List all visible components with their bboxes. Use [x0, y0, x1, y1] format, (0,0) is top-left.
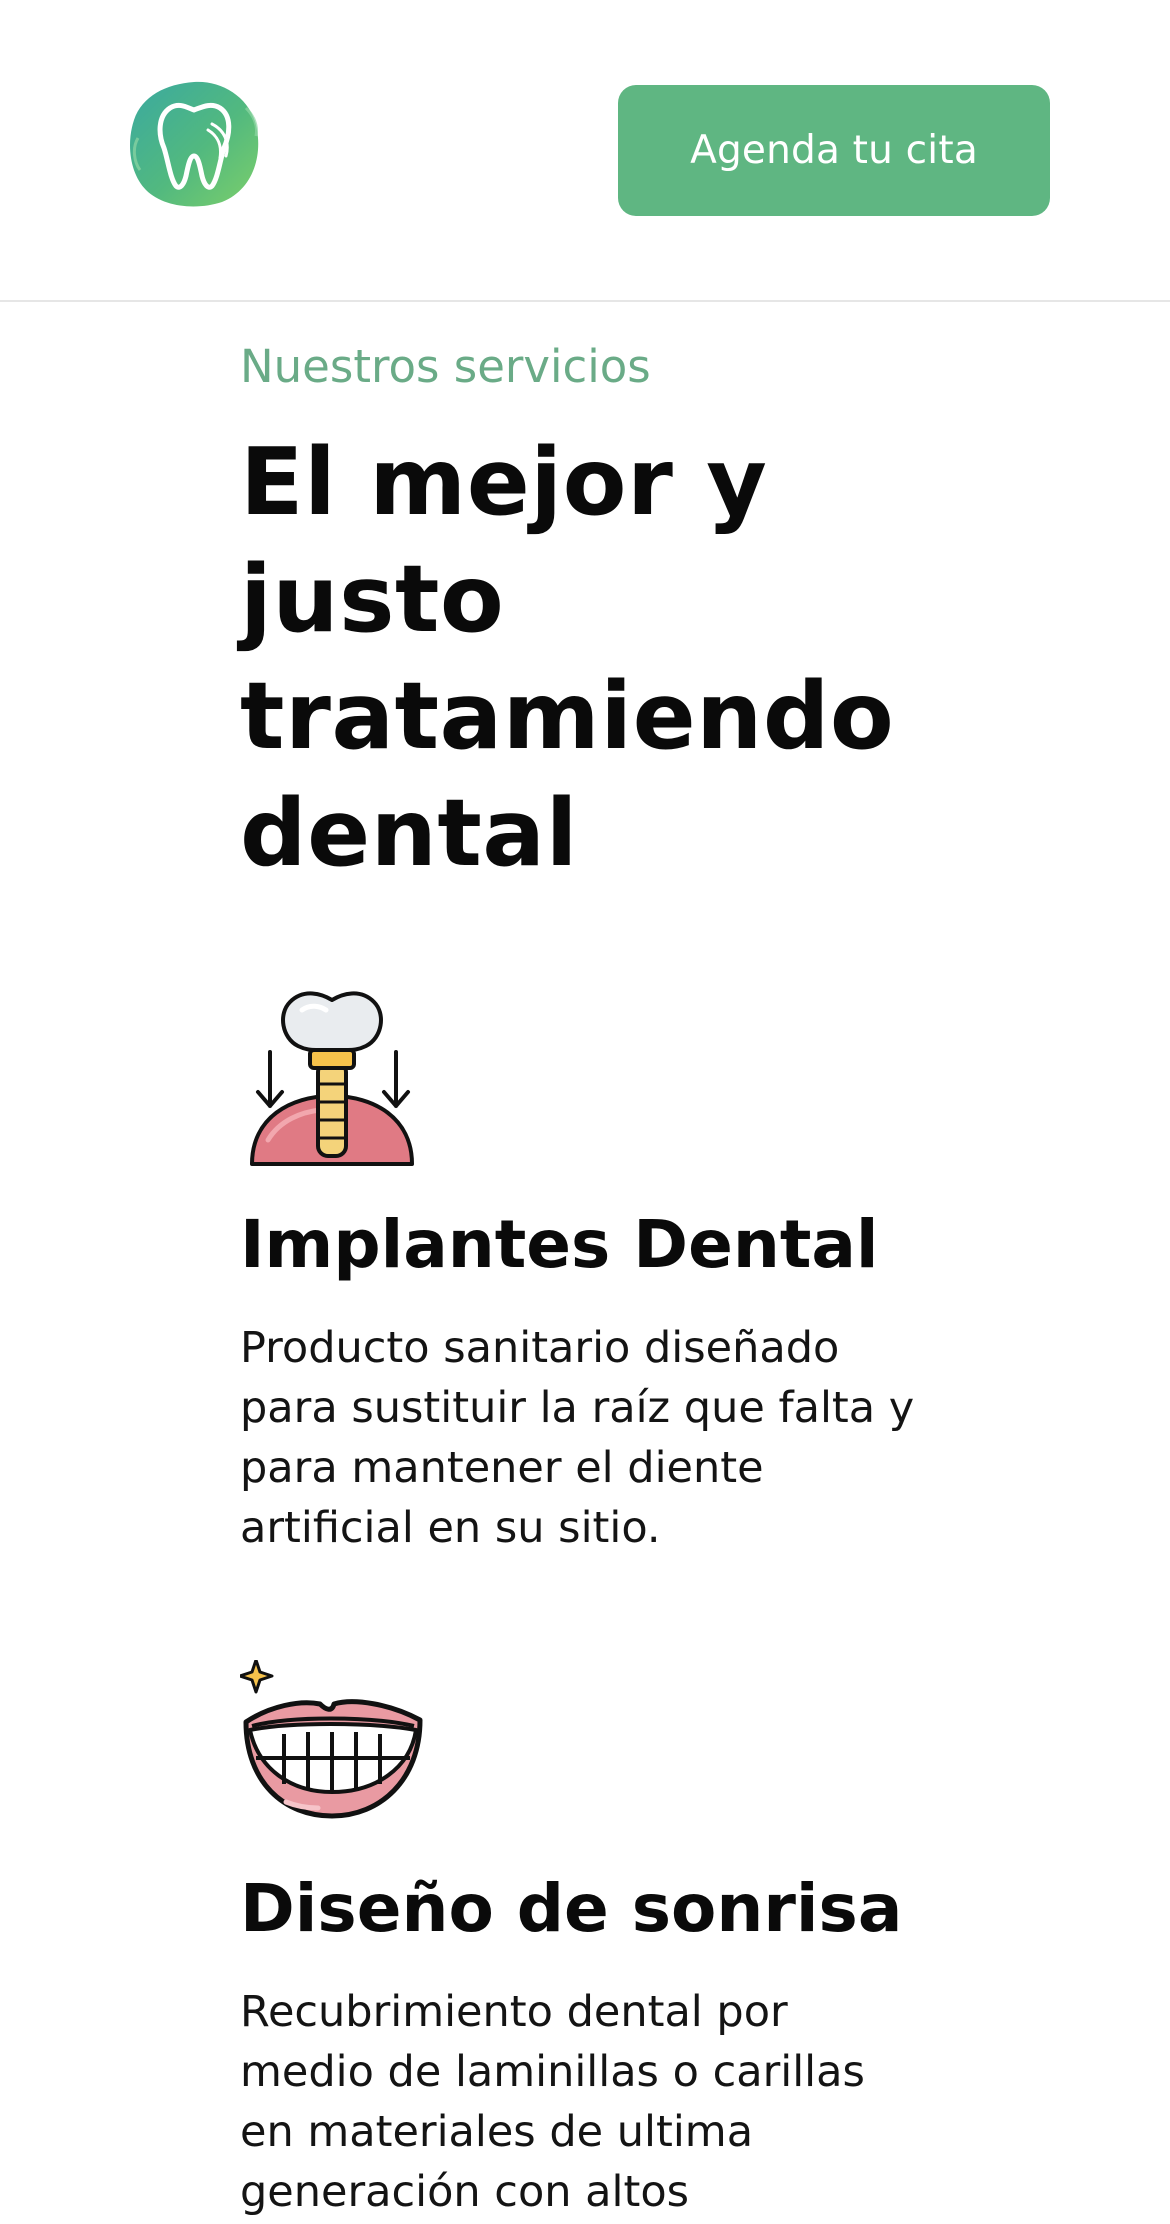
service-title: Implantes Dental	[240, 1206, 879, 1283]
hero-title: El mejor y justo tratamiendo dental	[240, 424, 940, 892]
service-title: Diseño de sonrisa	[240, 1870, 903, 1947]
section-eyebrow: Nuestros servicios	[240, 340, 651, 393]
hero-title-line: justo	[240, 545, 505, 653]
site-header: Agenda tu cita	[0, 0, 1170, 302]
service-description: Producto sanitario diseñado para sustitu…	[240, 1323, 915, 1553]
service-description: Recubrimiento dental por medio de lamini…	[240, 1987, 865, 2217]
book-appointment-button[interactable]: Agenda tu cita	[618, 85, 1050, 216]
hero-title-line: El mejor y	[240, 428, 768, 536]
smile-design-icon	[238, 1658, 426, 1820]
tooth-logo-icon[interactable]	[126, 78, 262, 210]
hero-title-line: tratamiendo	[240, 662, 895, 770]
dental-implant-icon	[240, 980, 426, 1170]
hero-title-line: dental	[240, 779, 578, 887]
